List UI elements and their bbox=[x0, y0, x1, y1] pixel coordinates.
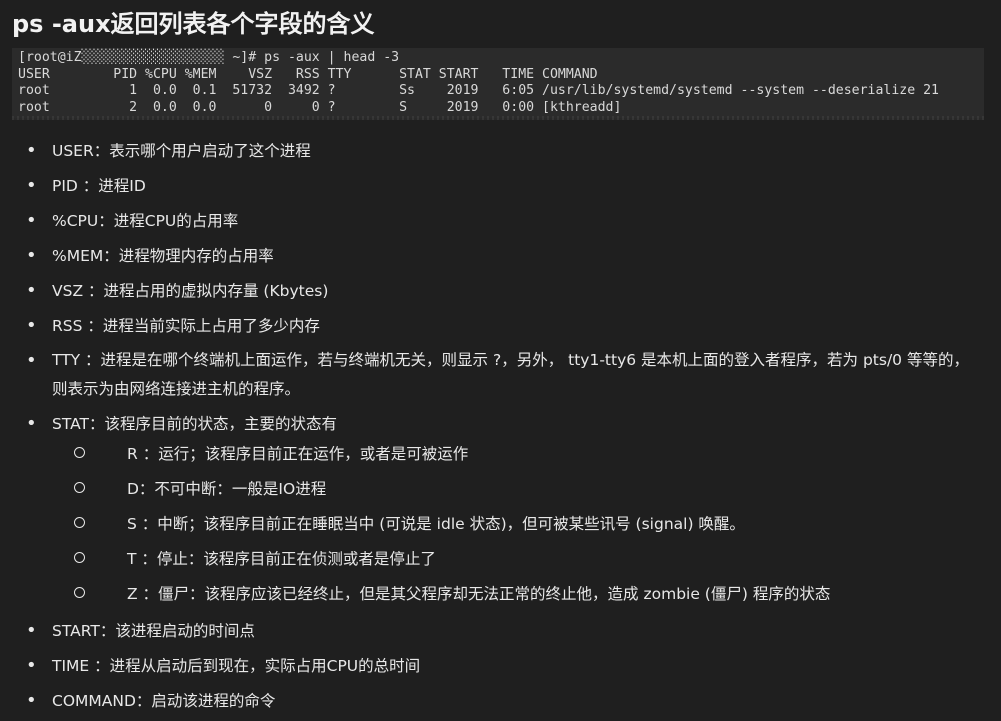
list-item-vsz: • VSZ ：进程占用的虚拟内存量 (Kbytes) bbox=[26, 276, 328, 306]
list-item-mem: • %MEM：进程物理内存的占用率 bbox=[26, 241, 274, 271]
bullet-icon: • bbox=[26, 350, 37, 371]
list-item-text: COMMAND：启动该进程的命令 bbox=[52, 692, 276, 710]
bullet-icon: • bbox=[26, 210, 37, 231]
bullet-icon: • bbox=[26, 690, 37, 711]
sub-item-state-t: T ：停止：该程序目前正在侦测或者是停止了 bbox=[74, 545, 436, 574]
list-item-command: • COMMAND：启动该进程的命令 bbox=[26, 686, 275, 716]
sub-item-text: R ：运行；该程序目前正在运作，或者是可被运作 bbox=[127, 445, 469, 463]
terminal-line: root 1 0.0 0.1 51732 3492 ? Ss 2019 6:05… bbox=[18, 83, 939, 98]
list-item-text: RSS ：进程当前实际上占用了多少内存 bbox=[52, 317, 320, 335]
list-item-start: • START：该进程启动的时间点 bbox=[26, 616, 255, 646]
sub-item-state-z: Z ：僵尸：该程序应该已经终止，但是其父程序却无法正常的终止他，造成 zombi… bbox=[74, 580, 830, 609]
bullet-icon: • bbox=[26, 280, 37, 301]
list-item-stat: • STAT：该程序目前的状态，主要的状态有 bbox=[26, 409, 337, 439]
bullet-icon: • bbox=[26, 655, 37, 676]
list-item-pid: • PID ：进程ID bbox=[26, 171, 146, 201]
list-item-text: USER：表示哪个用户启动了这个进程 bbox=[52, 142, 311, 160]
bullet-icon: • bbox=[26, 315, 37, 336]
list-item-tty: • TTY ：进程是在哪个终端机上面运作，若与终端机无关，则显示 ?，另外， tt… bbox=[26, 346, 976, 404]
list-item-cpu: • %CPU：进程CPU的占用率 bbox=[26, 206, 238, 236]
sub-item-state-r: R ：运行；该程序目前正在运作，或者是可被运作 bbox=[74, 440, 468, 469]
list-item-rss: • RSS ：进程当前实际上占用了多少内存 bbox=[26, 311, 320, 341]
sub-item-text: Z ：僵尸：该程序应该已经终止，但是其父程序却无法正常的终止他，造成 zombi… bbox=[127, 585, 831, 603]
list-item-text: %CPU：进程CPU的占用率 bbox=[52, 212, 239, 230]
terminal-screenshot: [root@iZ░░░░░░░░░░░░░░░░░░ ~]# ps -aux |… bbox=[12, 48, 984, 118]
terminal-line: root 2 0.0 0.0 0 0 ? S 2019 0:00 [kthrea… bbox=[18, 99, 622, 115]
terminal-line: USER PID %CPU %MEM VSZ RSS TTY STAT STAR… bbox=[18, 66, 598, 82]
circle-bullet-icon bbox=[74, 517, 85, 528]
list-item-text: TTY ：进程是在哪个终端机上面运作，若与终端机无关，则显示 ?，另外， tty… bbox=[52, 351, 969, 398]
circle-bullet-icon bbox=[74, 447, 85, 458]
circle-bullet-icon bbox=[74, 552, 85, 563]
page-title: ps -aux返回列表各个字段的含义 bbox=[12, 10, 375, 38]
bullet-icon: • bbox=[26, 413, 37, 434]
sub-item-text: D：不可中断：一般是IO进程 bbox=[127, 480, 327, 498]
list-item-text: PID ：进程ID bbox=[52, 177, 146, 195]
list-item-text: START：该进程启动的时间点 bbox=[52, 622, 255, 640]
sub-item-text: T ：停止：该程序目前正在侦测或者是停止了 bbox=[127, 550, 436, 568]
bullet-icon: • bbox=[26, 140, 37, 161]
sub-item-text: S ：中断；该程序目前正在睡眠当中 (可说是 idle 状态)，但可被某些讯号 … bbox=[127, 515, 745, 533]
list-item-text: STAT：该程序目前的状态，主要的状态有 bbox=[52, 415, 337, 433]
sub-item-state-d: D：不可中断：一般是IO进程 bbox=[74, 475, 326, 504]
terminal-cutoff bbox=[12, 116, 984, 120]
list-item-user: • USER：表示哪个用户启动了这个进程 bbox=[26, 136, 311, 166]
circle-bullet-icon bbox=[74, 482, 85, 493]
list-item-text: TIME ：进程从启动后到现在，实际占用CPU的总时间 bbox=[52, 657, 421, 675]
bullet-icon: • bbox=[26, 175, 37, 196]
circle-bullet-icon bbox=[74, 587, 85, 598]
list-item-time: • TIME ：进程从启动后到现在，实际占用CPU的总时间 bbox=[26, 651, 420, 681]
bullet-icon: • bbox=[26, 245, 37, 266]
list-item-text: %MEM：进程物理内存的占用率 bbox=[52, 247, 274, 265]
bullet-icon: • bbox=[26, 620, 37, 641]
list-item-text: VSZ ：进程占用的虚拟内存量 (Kbytes) bbox=[52, 282, 329, 300]
terminal-line: [root@iZ░░░░░░░░░░░░░░░░░░ ~]# ps -aux |… bbox=[18, 50, 400, 65]
sub-item-state-s: S ：中断；该程序目前正在睡眠当中 (可说是 idle 状态)，但可被某些讯号 … bbox=[74, 510, 745, 539]
